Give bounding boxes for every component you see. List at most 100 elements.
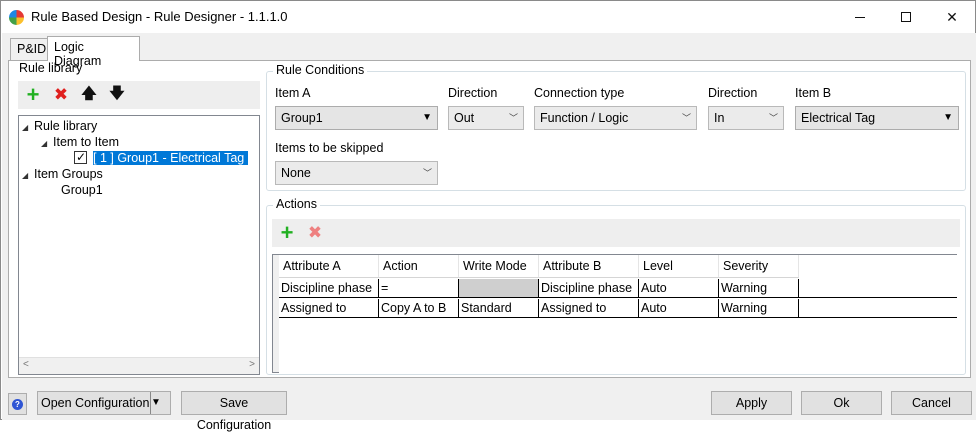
move-up-button[interactable]: 🡅 [78, 84, 100, 106]
open-configuration-label: Open Configuration [41, 396, 150, 410]
grid-cell[interactable]: Assigned to [279, 299, 379, 318]
item-a-value: Group1 [281, 111, 323, 125]
grid-cell[interactable]: Warning [719, 299, 799, 318]
rule-library-tree[interactable]: ◢ Rule library ◢ Item to Item [ 1 ] Group1… [18, 115, 260, 375]
tab-pid[interactable]: P&ID [10, 38, 48, 60]
delete-icon: ✖ [307, 223, 323, 242]
connection-type-label: Connection type [534, 86, 625, 100]
open-configuration-split-button[interactable]: Open Configuration ▼ [37, 391, 171, 415]
ok-label: Ok [833, 396, 850, 410]
dropdown-arrow-icon[interactable]: ▼ [150, 392, 170, 414]
move-down-button[interactable]: 🡇 [106, 84, 128, 106]
tree-node-label: Item to Item [53, 135, 119, 149]
grid-cell[interactable]: Auto [639, 299, 719, 318]
grid-cell[interactable]: Discipline phase [279, 279, 379, 298]
close-icon: ✕ [946, 8, 958, 25]
close-button[interactable]: ✕ [929, 1, 975, 33]
rule-enabled-checkbox[interactable] [74, 149, 87, 165]
direction-b-value: In [714, 111, 725, 125]
tree-horizontal-scrollbar[interactable]: < > [19, 357, 259, 374]
grid-cell[interactable]: Copy A to B [379, 299, 459, 318]
delete-rule-button[interactable]: ✖ [50, 84, 72, 106]
tree-node-label: Item Groups [34, 167, 103, 181]
tree-node-item-to-item[interactable]: ◢ Item to Item [41, 134, 119, 150]
arrow-up-icon: 🡅 [81, 84, 97, 102]
minimize-icon [855, 16, 865, 18]
app-icon [9, 10, 24, 25]
window-title: Rule Based Design - Rule Designer - 1.1.… [31, 9, 288, 24]
actions-grid[interactable]: Attribute A Action Write Mode Attribute … [272, 254, 957, 373]
items-skipped-value: None [281, 166, 311, 180]
chevron-down-icon: ﹀ [768, 113, 778, 123]
cancel-button[interactable]: Cancel [891, 391, 972, 415]
item-b-select[interactable]: Electrical Tag ▼ [795, 106, 959, 130]
item-b-value: Electrical Tag [801, 111, 876, 125]
col-header-severity[interactable]: Severity [719, 255, 799, 278]
chevron-down-icon: ﹀ [508, 113, 518, 123]
grid-cell[interactable]: Warning [719, 279, 799, 298]
direction-b-label: Direction [708, 86, 758, 100]
dialog-body: P&ID Logic Diagram Rule library + ✖ 🡅 🡇 … [2, 33, 976, 432]
connection-type-select[interactable]: Function / Logic ﹀ [534, 106, 697, 130]
dropdown-arrow-icon: ▼ [943, 112, 953, 123]
apply-button[interactable]: Apply [711, 391, 792, 415]
ok-button[interactable]: Ok [801, 391, 882, 415]
tab-pid-label: P&ID [17, 42, 47, 56]
items-skipped-label: Items to be skipped [275, 141, 384, 155]
help-button[interactable]: ? [8, 393, 27, 415]
grid-cell[interactable]: Assigned to [539, 299, 639, 318]
tree-node-label: Rule library [34, 119, 98, 133]
actions-group: Actions + ✖ Attribute A Action Write Mod… [266, 197, 966, 375]
tree-node-group1[interactable]: Group1 [61, 182, 103, 198]
plus-icon: + [26, 82, 40, 107]
scroll-left-icon[interactable]: < [23, 359, 29, 370]
tree-node-label: Group1 [61, 183, 103, 197]
maximize-icon [901, 12, 911, 22]
tree-node-rule-library[interactable]: ◢ Rule library [22, 118, 97, 134]
col-header-write-mode[interactable]: Write Mode [459, 255, 539, 278]
tree-node-label: [ 1 ] Group1 - Electrical Tag [93, 151, 249, 165]
actions-toolbar: + ✖ [272, 219, 960, 247]
grid-cell-disabled [459, 279, 539, 298]
item-a-select[interactable]: Group1 ▼ [275, 106, 438, 130]
logic-diagram-panel: Rule library + ✖ 🡅 🡇 ◢ Rule library ◢ Item… [8, 60, 971, 378]
expand-triangle-icon: ◢ [22, 123, 29, 132]
direction-a-select[interactable]: Out ﹀ [448, 106, 524, 130]
grid-row-filler [799, 299, 957, 318]
grid-cell[interactable]: Auto [639, 279, 719, 298]
direction-a-label: Direction [448, 86, 498, 100]
tab-logic-diagram[interactable]: Logic Diagram [47, 36, 140, 68]
col-header-attribute-b[interactable]: Attribute B [539, 255, 639, 278]
tree-node-rule-1[interactable]: [ 1 ] Group1 - Electrical Tag [74, 149, 249, 166]
plus-icon: + [280, 220, 294, 245]
actions-title: Actions [273, 197, 320, 211]
help-icon: ? [12, 398, 23, 410]
cancel-label: Cancel [912, 396, 951, 410]
grid-cell[interactable]: Discipline phase [539, 279, 639, 298]
grid-cell[interactable]: = [379, 279, 459, 298]
grid-cell[interactable]: Standard [459, 299, 539, 318]
main-window: Rule Based Design - Rule Designer - 1.1.… [0, 0, 976, 432]
rule-library-toolbar: + ✖ 🡅 🡇 [18, 81, 260, 109]
direction-b-select[interactable]: In ﹀ [708, 106, 784, 130]
apply-label: Apply [735, 396, 768, 410]
delete-action-button[interactable]: ✖ [304, 222, 326, 244]
chevron-down-icon: ﹀ [681, 113, 691, 123]
save-configuration-button[interactable]: Save Configuration [181, 391, 287, 432]
minimize-button[interactable] [837, 1, 883, 33]
expand-triangle-icon: ◢ [22, 171, 29, 180]
col-header-attribute-a[interactable]: Attribute A [279, 255, 379, 278]
items-skipped-select[interactable]: None ﹀ [275, 161, 438, 185]
title-bar: Rule Based Design - Rule Designer - 1.1.… [1, 1, 975, 33]
expand-triangle-icon: ◢ [41, 139, 48, 148]
col-header-action[interactable]: Action [379, 255, 459, 278]
scroll-right-icon[interactable]: > [249, 359, 255, 370]
tree-node-item-groups[interactable]: ◢ Item Groups [22, 166, 103, 182]
add-rule-button[interactable]: + [22, 84, 44, 106]
chevron-down-icon: ﹀ [422, 168, 432, 178]
maximize-button[interactable] [883, 1, 929, 33]
add-action-button[interactable]: + [276, 222, 298, 244]
item-a-label: Item A [275, 86, 311, 100]
grid-row-filler [799, 279, 957, 298]
col-header-level[interactable]: Level [639, 255, 719, 278]
